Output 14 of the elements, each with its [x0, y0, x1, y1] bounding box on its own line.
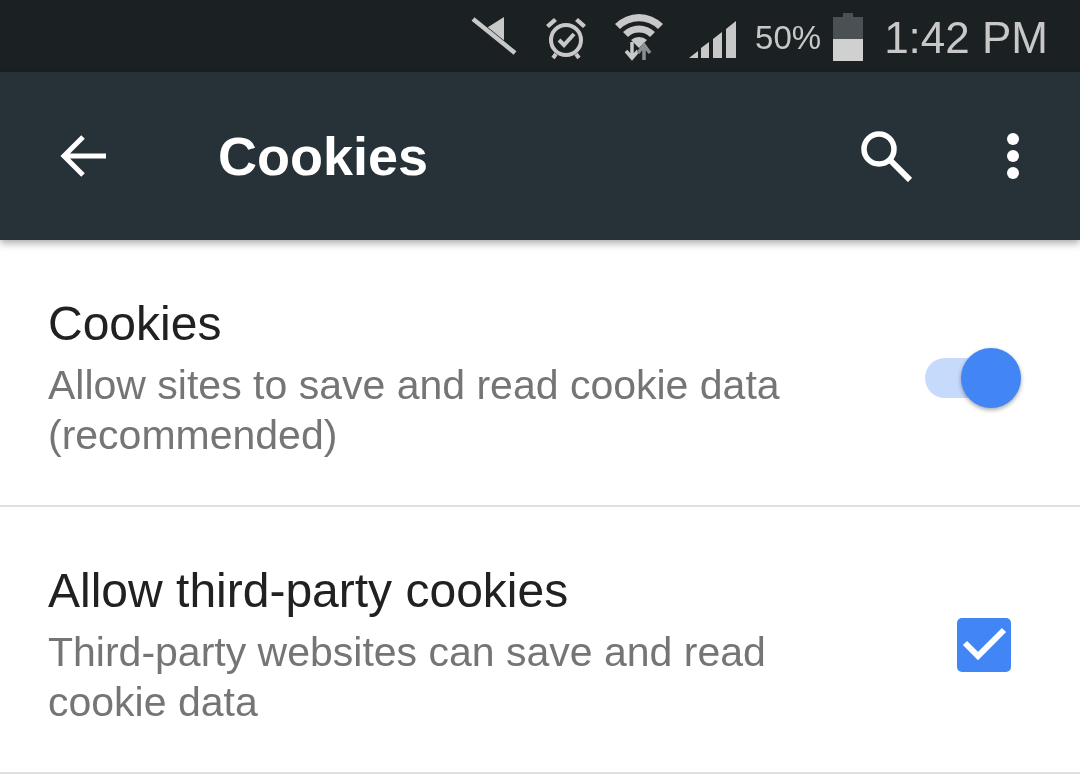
toggle-switch[interactable]	[925, 347, 1021, 409]
muted-speaker-icon	[471, 15, 518, 57]
page-title: Cookies	[218, 125, 430, 187]
cell-signal-icon	[689, 18, 738, 58]
setting-summary: Third-party websites can save and read cookie data	[48, 628, 767, 727]
setting-title: Allow third-party cookies	[48, 563, 570, 619]
status-time: 1:42 PM	[884, 13, 1048, 63]
setting-summary: Allow sites to save and read cookie data (recommended)	[48, 361, 781, 460]
checkbox[interactable]	[957, 618, 1011, 672]
search-icon	[860, 130, 912, 182]
battery-percent: 50%	[755, 19, 822, 57]
setting-title: Cookies	[48, 296, 223, 352]
menu-icon	[1007, 133, 1019, 179]
battery-icon	[833, 13, 864, 61]
